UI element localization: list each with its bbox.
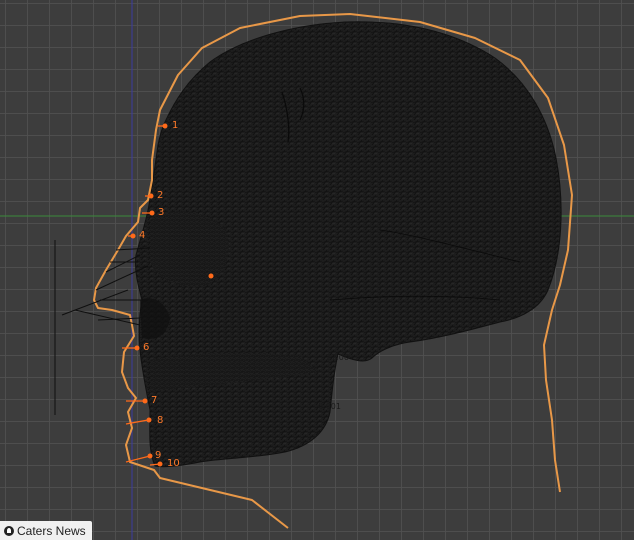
landmark-point-2[interactable] — [148, 193, 154, 199]
origin-point[interactable] — [208, 273, 214, 279]
landmark-label-9: 9 — [155, 450, 161, 461]
landmark-label-6: 6 — [143, 342, 149, 353]
landmark-point-8[interactable] — [146, 417, 152, 423]
landmark-label-4: 4 — [139, 230, 145, 241]
dimension-label-1: 27.00 — [326, 353, 349, 362]
landmark-point-9[interactable] — [147, 453, 153, 459]
landmark-label-8: 8 — [157, 415, 163, 426]
landmark-point-1[interactable] — [162, 123, 168, 129]
landmark-label-2: 2 — [157, 190, 163, 201]
camera-icon — [4, 526, 14, 536]
scene-overlay: 1 2 3 4 6 7 8 9 10 27.00 0.001 — [0, 0, 634, 540]
landmark-label-7: 7 — [151, 395, 157, 406]
watermark: Caters News — [0, 521, 92, 540]
watermark-text: Caters News — [17, 523, 86, 538]
3d-viewport[interactable]: 1 2 3 4 6 7 8 9 10 27.00 0.001 Caters Ne… — [0, 0, 634, 540]
landmark-point-10[interactable] — [157, 461, 163, 467]
landmark-label-3: 3 — [158, 207, 164, 218]
landmark-label-10: 10 — [167, 458, 180, 469]
landmark-point-4[interactable] — [130, 233, 136, 239]
landmark-point-7[interactable] — [142, 398, 148, 404]
landmark-label-1: 1 — [172, 120, 178, 131]
landmark-point-6[interactable] — [134, 345, 140, 351]
landmark-point-3[interactable] — [149, 210, 155, 216]
skull-mesh[interactable] — [135, 21, 562, 468]
dimension-label-2: 0.001 — [318, 402, 341, 411]
